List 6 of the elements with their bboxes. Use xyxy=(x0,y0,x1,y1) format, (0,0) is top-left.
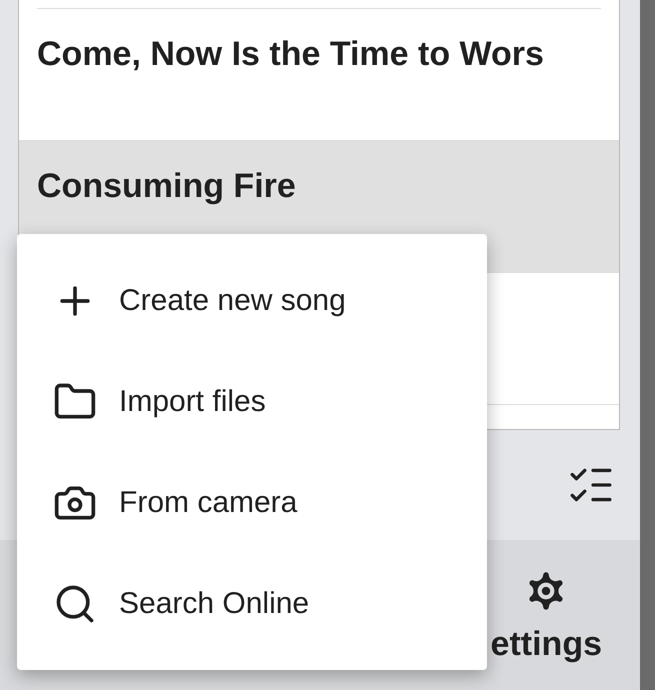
song-title: Come, Now Is the Time to Wors xyxy=(37,34,545,75)
settings-tab[interactable]: ettings xyxy=(490,540,602,690)
menu-item[interactable]: Import files xyxy=(17,351,487,452)
menu-item[interactable]: From camera xyxy=(17,452,487,553)
song-title: Consuming Fire xyxy=(37,166,297,207)
menu-item[interactable]: Search Online xyxy=(17,553,487,654)
